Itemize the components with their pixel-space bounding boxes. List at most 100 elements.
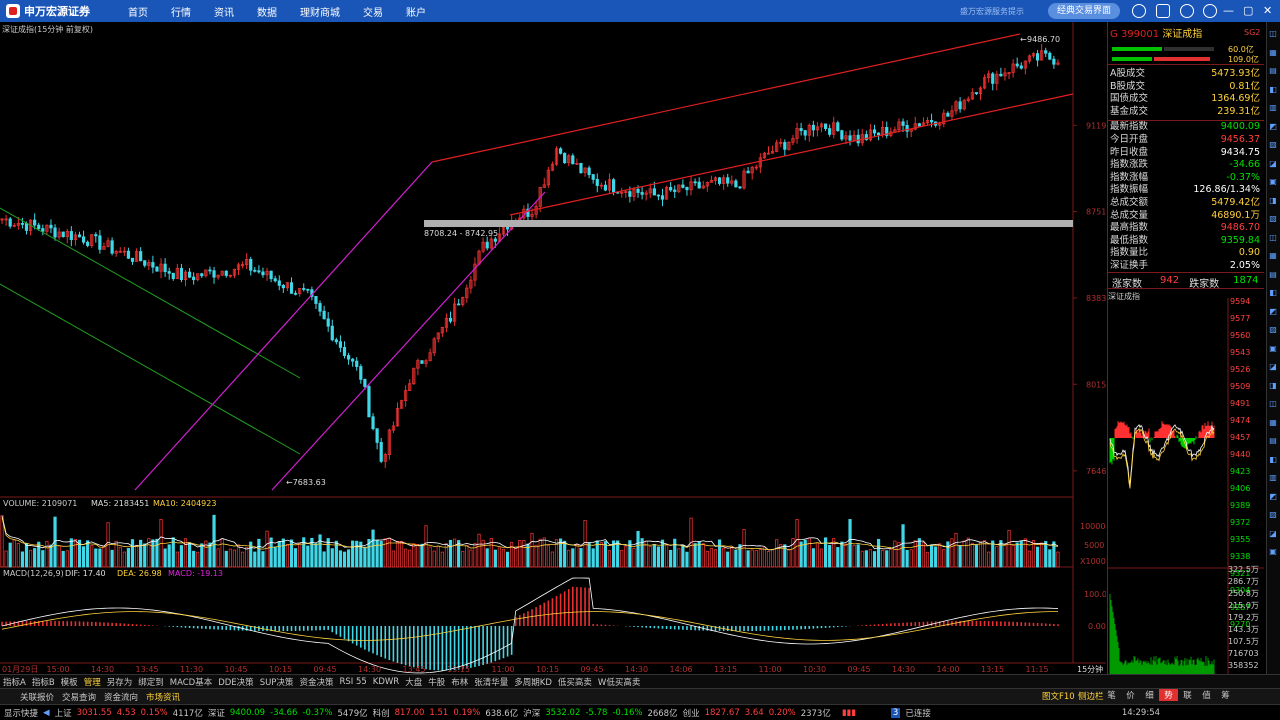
indicator-tab[interactable]: 指标B	[32, 676, 55, 688]
volume-bar	[673, 538, 677, 568]
indicator-tab[interactable]: DDE决策	[218, 676, 253, 688]
classic-trade-button[interactable]: 经典交易界面	[1048, 3, 1120, 19]
intraday-mini-chart[interactable]: 9594 9577 9560 9543 9526 9509 9491 9474 9457 9440…	[1108, 298, 1264, 674]
toolbar-icon[interactable]: ▤	[1267, 435, 1279, 446]
index-name: 深证成指	[1162, 29, 1203, 40]
toolbar-icon[interactable]: ▨	[1267, 324, 1279, 335]
toolbar-icon[interactable]: ▨	[1267, 139, 1279, 150]
detail-tab[interactable]: 联	[1178, 689, 1197, 701]
mail-icon[interactable]	[1180, 4, 1194, 18]
indicator-tab[interactable]: W低买高卖	[598, 676, 640, 688]
toolbar-icon[interactable]: ▣	[1267, 546, 1279, 557]
volume-bar	[542, 537, 546, 568]
toolbar-icon[interactable]: ▨	[1267, 509, 1279, 520]
f10-link[interactable]: 图文F10	[1042, 690, 1075, 702]
toolbar-icon[interactable]: ▣	[1267, 343, 1279, 354]
toolbar-icon[interactable]: ◪	[1267, 361, 1279, 372]
quote-header: G 399001 深证成指	[1110, 25, 1202, 40]
detail-tab[interactable]: 细	[1140, 689, 1159, 701]
kc-label: 科创	[372, 708, 390, 719]
close-icon[interactable]: ✕	[1263, 4, 1272, 18]
toolbar-icon[interactable]: ▥	[1267, 102, 1279, 113]
minimize-icon[interactable]: —	[1223, 4, 1234, 18]
indicator-tab[interactable]: 张清华量	[474, 676, 508, 688]
nav-item-1[interactable]: 行情	[171, 4, 191, 19]
candle-body	[872, 129, 877, 134]
volume-bar	[399, 540, 404, 568]
toolbar-icon[interactable]: ◫	[1267, 28, 1279, 39]
volume-bar	[954, 532, 958, 568]
nav-item-2[interactable]: 资讯	[214, 4, 234, 19]
volume-bar	[587, 542, 591, 568]
toolbar-icon[interactable]: ◫	[1267, 398, 1279, 409]
volume-bar	[245, 546, 249, 568]
nav-item-4[interactable]: 理财商城	[300, 4, 340, 19]
indicator-tab[interactable]: 低买高卖	[558, 676, 592, 688]
function-tab[interactable]: 关联报价	[20, 691, 54, 703]
toolbar-icon[interactable]: ◧	[1267, 287, 1279, 298]
detail-tab[interactable]: 笔	[1102, 689, 1121, 701]
indicator-tab[interactable]: SUP决策	[260, 676, 294, 688]
toolbar-icon[interactable]: ◧	[1267, 454, 1279, 465]
indicator-tab[interactable]: 资金决策	[299, 676, 333, 688]
indicator-tab[interactable]: 模板	[61, 676, 78, 688]
indicator-tab[interactable]: 多周期KD	[514, 676, 552, 688]
indicator-tab[interactable]: 管理	[84, 676, 101, 688]
toolbar-icon[interactable]: ◩	[1267, 306, 1279, 317]
indicator-tab[interactable]: 牛股	[428, 676, 445, 688]
alert-icon[interactable]: ▮▮▮	[842, 708, 856, 718]
toolbar-icon[interactable]: ◩	[1267, 491, 1279, 502]
nav-item-6[interactable]: 账户	[406, 4, 426, 19]
headset-icon[interactable]	[1156, 4, 1170, 18]
nav-item-0[interactable]: 首页	[128, 4, 148, 19]
toolbar-icon[interactable]: ▦	[1267, 417, 1279, 428]
toolbar-icon[interactable]: ▣	[1267, 176, 1279, 187]
indicator-tab[interactable]: 另存为	[107, 676, 133, 688]
function-tab[interactable]: 资金流向	[104, 691, 138, 703]
toolbar-icon[interactable]: ▦	[1267, 47, 1279, 58]
toolbar-icon[interactable]: ◧	[1267, 84, 1279, 95]
detail-tab[interactable]: 值	[1197, 689, 1216, 701]
gear-icon[interactable]	[1203, 4, 1217, 18]
nav-item-5[interactable]: 交易	[363, 4, 383, 19]
toolbar-icon[interactable]: ▦	[1267, 250, 1279, 261]
indicator-tab[interactable]: 布林	[451, 676, 468, 688]
maximize-icon[interactable]: ▢	[1243, 4, 1253, 18]
hs-value: 3532.02	[545, 707, 581, 718]
sidebar-link[interactable]: 侧边栏	[1078, 690, 1104, 702]
toolbar-icon[interactable]: ◨	[1267, 380, 1279, 391]
mini-price-label: 9474	[1230, 416, 1250, 425]
toolbar-icon[interactable]: ◨	[1267, 195, 1279, 206]
ma10-label: MA10: 2404923	[153, 499, 216, 508]
toolbar-icon[interactable]: ◪	[1267, 528, 1279, 539]
indicator-tab[interactable]: MACD基本	[170, 676, 212, 688]
function-tab[interactable]: 市场资讯	[146, 691, 180, 703]
cy-label: 创业	[682, 708, 700, 719]
detail-tab[interactable]: 价	[1121, 689, 1140, 701]
candle-body	[367, 386, 371, 418]
volume-bar	[974, 544, 979, 568]
kline-chart[interactable]: 9119 8751 8383 8015 7646 8708.24 - 8742.95 948…	[0, 22, 1107, 674]
indicator-tab[interactable]: 大盘	[405, 676, 422, 688]
detail-tab[interactable]: 筹	[1216, 689, 1235, 701]
toolbar-icon[interactable]: ▥	[1267, 472, 1279, 483]
show-quick-toggle[interactable]: 显示快捷	[4, 707, 38, 719]
volume-bar	[901, 524, 905, 568]
toolbar-icon[interactable]: ◫	[1267, 232, 1279, 243]
nav-item-3[interactable]: 数据	[257, 4, 277, 19]
toolbar-icon[interactable]: ▤	[1267, 65, 1279, 76]
volume-bar	[734, 549, 738, 568]
indicator-tab[interactable]: RSI 55	[339, 677, 366, 687]
toolbar-icon[interactable]: ◪	[1267, 158, 1279, 169]
toolbar-icon[interactable]: ▤	[1267, 269, 1279, 280]
message-icon[interactable]	[1132, 4, 1146, 18]
detail-tab[interactable]: 势	[1159, 689, 1178, 701]
candle-body	[155, 266, 159, 272]
indicator-tab[interactable]: 绑定到	[138, 676, 164, 688]
function-tab[interactable]: 交易查询	[62, 691, 96, 703]
toolbar-icon[interactable]: ▧	[1267, 213, 1279, 224]
indicator-tab[interactable]: 指标A	[3, 676, 26, 688]
indicator-tab[interactable]: KDWR	[373, 677, 399, 687]
kline-chart-area[interactable]: 9119 8751 8383 8015 7646 8708.24 - 8742.95 948…	[0, 22, 1107, 674]
toolbar-icon[interactable]: ◩	[1267, 121, 1279, 132]
